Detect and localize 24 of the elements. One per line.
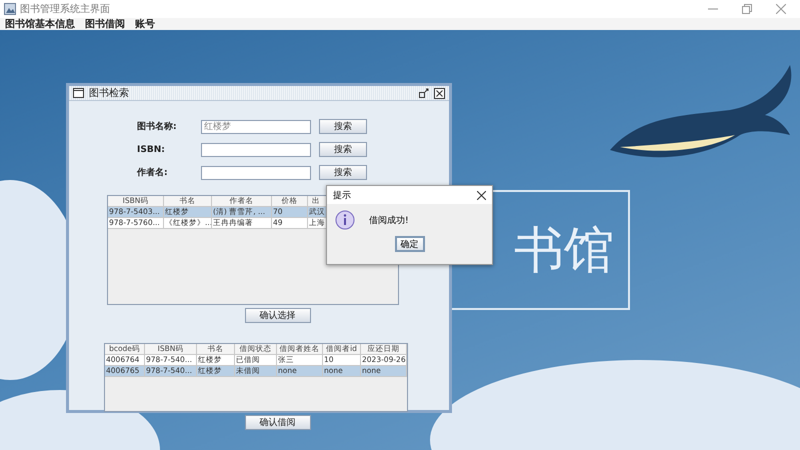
close-icon[interactable] — [477, 190, 486, 200]
menu-item[interactable]: 账号 — [135, 17, 155, 31]
confirm-select-button[interactable]: 确认选择 — [244, 308, 310, 323]
input-field[interactable] — [201, 166, 311, 180]
menu-item[interactable]: 图书借阅 — [85, 17, 125, 31]
search-button[interactable]: 搜索 — [319, 142, 367, 157]
field-label: ISBN: — [137, 144, 166, 154]
field-label: 图书名称: — [137, 120, 178, 133]
background-title: 书馆 — [514, 220, 614, 280]
app-icon — [4, 3, 16, 15]
input-field[interactable]: 红楼梦 — [201, 120, 311, 134]
field-label: 作者名: — [137, 166, 169, 179]
search-button[interactable]: 搜索 — [319, 165, 367, 180]
window-title: 图书检索 — [89, 86, 129, 100]
window-title: 图书管理系统主界面 — [20, 2, 110, 16]
search-button[interactable]: 搜索 — [319, 119, 367, 134]
restore-icon[interactable] — [419, 88, 429, 98]
info-icon — [335, 210, 355, 230]
window-icon — [73, 88, 84, 98]
input-field[interactable] — [201, 142, 311, 156]
ok-button[interactable]: 确定 — [394, 236, 424, 252]
confirm-borrow-button[interactable]: 确认借阅 — [244, 415, 310, 430]
close-icon[interactable] — [434, 88, 445, 98]
menu-item[interactable]: 图书馆基本信息 — [5, 17, 75, 31]
